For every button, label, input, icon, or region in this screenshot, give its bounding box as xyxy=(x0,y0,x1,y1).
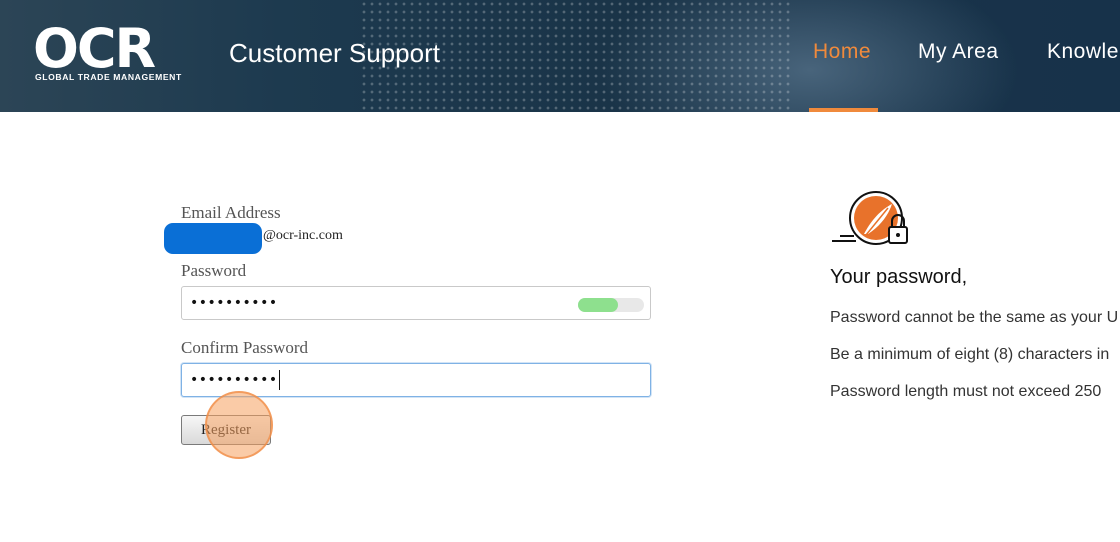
confirm-password-input[interactable]: •••••••••• xyxy=(181,363,651,397)
password-strength-meter xyxy=(578,298,644,312)
nav-item-my-area[interactable]: My Area xyxy=(918,40,999,64)
confirm-password-label: Confirm Password xyxy=(181,338,309,357)
register-button[interactable]: Register xyxy=(181,415,271,445)
email-domain: @ocr-inc.com xyxy=(263,228,343,243)
quill-lock-icon xyxy=(832,191,908,245)
nav-item-knowledge[interactable]: Knowle xyxy=(1047,40,1119,64)
password-rules-title: Your password, xyxy=(830,266,968,288)
nav-active-underline xyxy=(809,108,878,112)
site-header: OCR GLOBAL TRADE MANAGEMENT Customer Sup… xyxy=(0,0,1120,112)
email-redaction xyxy=(164,223,262,254)
logo-tagline: GLOBAL TRADE MANAGEMENT xyxy=(35,72,182,82)
email-label: Email Address xyxy=(181,203,281,222)
site-title: Customer Support xyxy=(229,38,440,68)
password-value: •••••••••• xyxy=(190,295,278,311)
ocr-logo[interactable]: OCR GLOBAL TRADE MANAGEMENT xyxy=(33,17,218,86)
password-rule: Password length must not exceed 250 xyxy=(830,383,1102,400)
password-label: Password xyxy=(181,261,247,280)
confirm-password-value: •••••••••• xyxy=(190,372,278,388)
nav-item-home[interactable]: Home xyxy=(813,40,871,64)
password-rule: Password cannot be the same as your U xyxy=(830,309,1119,326)
password-strength-fill xyxy=(578,298,618,312)
password-rule: Be a minimum of eight (8) characters in xyxy=(830,346,1110,363)
logo-mark: OCR xyxy=(33,17,156,80)
text-caret xyxy=(278,370,280,390)
